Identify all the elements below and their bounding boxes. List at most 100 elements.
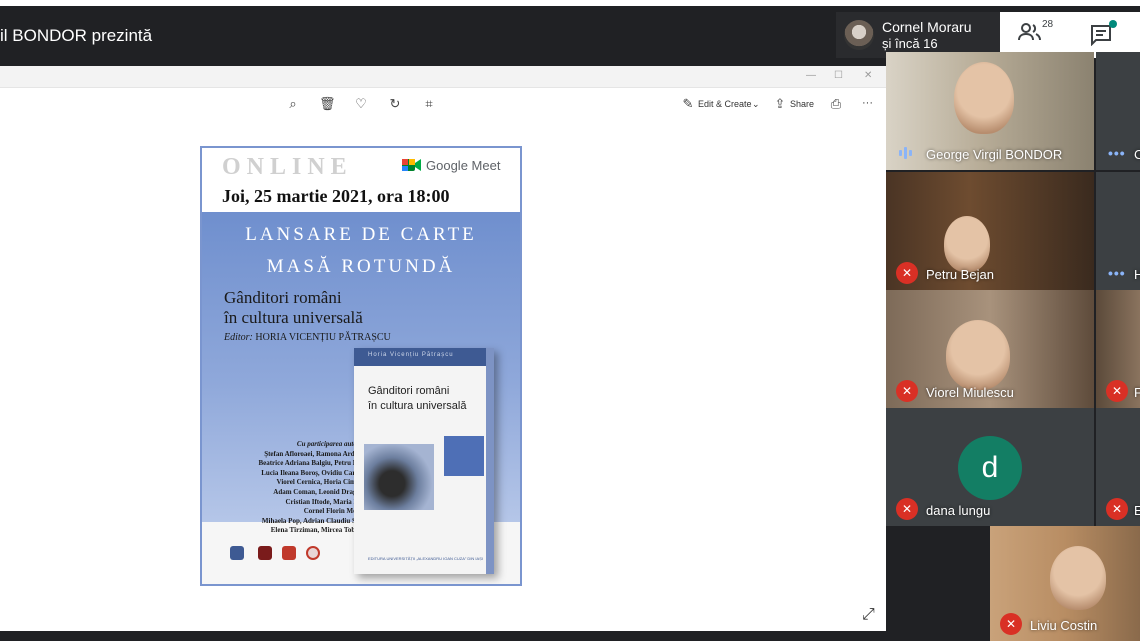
participant-tile[interactable]: George Virgil BONDOR — [886, 52, 1094, 170]
meet-top-bar: il BONDOR prezintă Cornel Moraru și încă… — [0, 0, 1140, 60]
participant-name: F — [1134, 385, 1140, 400]
participant-line: Viorel Cernica, Horia Cimteală, — [276, 478, 372, 487]
participant-tile[interactable]: ••• H — [1096, 172, 1140, 290]
book-title-line2: în cultura universală — [368, 400, 467, 412]
mic-off-icon: ✕ — [896, 262, 918, 284]
edit-create-button[interactable]: Edit & Create — [698, 99, 752, 109]
participant-line: Beatrice Adriana Balgiu, Petru Bejan, — [258, 459, 372, 468]
share-button[interactable]: Share — [790, 99, 814, 109]
society-logo-icon — [306, 546, 320, 560]
poster-masa: MASĂ ROTUNDĂ — [266, 256, 456, 277]
participant-video — [946, 320, 1010, 390]
book-publisher: EDITURA UNIVERSITĂȚII „ALEXANDRU IOAN CU… — [368, 556, 483, 561]
chat-icon — [1091, 25, 1111, 47]
participant-tile[interactable]: ✕ F — [1096, 290, 1140, 408]
avatar: d — [958, 436, 1022, 500]
crop-icon[interactable]: ⌗ — [421, 96, 437, 112]
event-poster-image: ONLINE Google Meet Joi, 25 martie 2021, … — [200, 146, 522, 586]
editor-name: HORIA VICENȚIU PĂTRAȘCU — [255, 332, 391, 343]
expand-icon[interactable]: ⤢ — [862, 606, 875, 624]
participant-tile[interactable]: ✕ E — [1096, 408, 1140, 526]
mic-off-icon: ✕ — [1106, 498, 1128, 520]
book-title-line1: Gânditori români — [368, 385, 450, 397]
presenting-label: il BONDOR prezintă — [0, 26, 153, 45]
more-options-button[interactable]: ··· — [862, 97, 873, 109]
participant-tile[interactable]: d ✕ dana lungu — [886, 408, 1094, 526]
host-name: Cornel Moraru — [882, 19, 972, 35]
book-author: Horia Vicențiu Pătrașcu — [368, 352, 454, 358]
faculty-logo-icon — [258, 546, 272, 560]
people-count: 28 — [1042, 19, 1054, 30]
maximize-icon[interactable]: ☐ — [834, 70, 843, 81]
poster-lansare: LANSARE DE CARTE — [245, 224, 477, 245]
university-logo-icon — [230, 546, 244, 560]
heart-icon[interactable]: ♡ — [353, 96, 369, 112]
trash-icon[interactable]: 🗑 — [319, 96, 336, 112]
poster-book-title: Gânditori români în cultura universală — [224, 288, 363, 328]
book-sculpture-image — [364, 444, 434, 510]
edit-icon[interactable]: ✎ — [680, 96, 696, 112]
chat-button[interactable] — [1090, 20, 1117, 48]
zoom-in-icon[interactable]: ⌕ — [285, 96, 301, 112]
share-icon[interactable]: ⇪ — [772, 96, 788, 112]
partner-logos — [230, 546, 350, 566]
participant-line: Lucia Ileana Boroș, Ovidiu Caraiani, — [261, 468, 372, 477]
poster-title-line1: Gânditori români — [224, 288, 342, 307]
mic-off-icon: ✕ — [896, 498, 918, 520]
participant-name: H — [1134, 267, 1140, 282]
participant-tile[interactable]: ••• C — [1096, 52, 1140, 170]
poster-title-line2: în cultura universală — [224, 308, 363, 327]
host-more-count: și încă 16 — [882, 36, 938, 51]
editor-label: Editor: — [224, 332, 253, 343]
participant-name: E — [1134, 503, 1140, 518]
poster-participants: Cu participarea autorilor: Ștefan Afloro… — [212, 440, 372, 536]
participant-tile[interactable]: ✕ Liviu Costin — [990, 526, 1140, 641]
chevron-down-icon[interactable]: ⌄ — [752, 99, 760, 110]
poster-header: ONLINE Google Meet Joi, 25 martie 2021, … — [202, 148, 520, 212]
philosophy-logo-icon — [282, 546, 296, 560]
participant-line: Cornel Florin Moraru, — [303, 507, 372, 516]
more-options-icon: ••• — [1108, 145, 1126, 161]
people-button[interactable]: 28 — [1018, 19, 1058, 48]
participant-name: Liviu Costin — [1030, 618, 1098, 633]
mic-off-icon: ✕ — [1106, 380, 1128, 402]
speaking-indicator-icon — [899, 147, 912, 159]
book-band: Horia Vicențiu Pătrașcu — [354, 348, 486, 366]
participant-video — [944, 216, 990, 272]
bottom-strip — [0, 631, 886, 641]
participant-video — [1050, 546, 1106, 610]
chat-notification-dot — [1109, 20, 1117, 28]
google-meet-logo-icon — [402, 159, 421, 171]
participant-line: Mihaela Pop, Adrian Claudiu Stoica, — [261, 516, 372, 525]
participant-line: Adam Coman, Leonid Dragomir, — [273, 487, 372, 496]
rotate-icon[interactable]: ↻ — [387, 96, 403, 112]
shared-screen: — ☐ ✕ ⌕ 🗑 ♡ ↻ ⌗ ✎ Edit & Create ⌄ ⇪ Shar… — [0, 66, 886, 631]
book-cover: Horia Vicențiu Pătrașcu Gânditori români… — [354, 348, 494, 574]
participant-name: Viorel Miulescu — [926, 385, 1014, 400]
mic-off-icon: ✕ — [1000, 613, 1022, 635]
participant-line: Ștefan Afloroaei, Ramona Ardelean, — [264, 449, 372, 458]
participant-name: C — [1134, 147, 1140, 162]
book-blue-block — [444, 436, 484, 476]
close-icon[interactable]: ✕ — [864, 70, 872, 81]
mic-off-icon: ✕ — [896, 380, 918, 402]
poster-editor: Editor: HORIA VICENȚIU PĂTRAȘCU — [224, 332, 391, 343]
participant-line: Cristian Iftode, Maria Micle, — [285, 497, 372, 506]
poster-gmeet: Google Meet — [426, 158, 501, 173]
participant-tile[interactable]: ✕ Petru Bejan — [886, 172, 1094, 290]
people-icon — [1018, 23, 1041, 41]
more-options-icon: ••• — [1108, 265, 1126, 281]
participant-tile[interactable]: ✕ Viorel Miulescu — [886, 290, 1094, 408]
book-cover-title: Gânditori români în cultura universală — [368, 384, 466, 414]
participant-line: Elena Tîrziman, Mircea Toboșaru — [270, 526, 372, 535]
participant-name: George Virgil BONDOR — [926, 147, 1063, 162]
participant-name: dana lungu — [926, 503, 991, 518]
participants-label: Cu participarea autorilor: — [296, 440, 372, 448]
minimize-icon[interactable]: — — [806, 70, 816, 81]
print-icon[interactable]: ⎙ — [828, 96, 844, 112]
poster-online: ONLINE — [222, 154, 353, 180]
poster-date: Joi, 25 martie 2021, ora 18:00 — [222, 186, 450, 206]
avatar — [844, 20, 874, 50]
participant-video — [954, 62, 1014, 134]
participant-name: Petru Bejan — [926, 267, 994, 282]
